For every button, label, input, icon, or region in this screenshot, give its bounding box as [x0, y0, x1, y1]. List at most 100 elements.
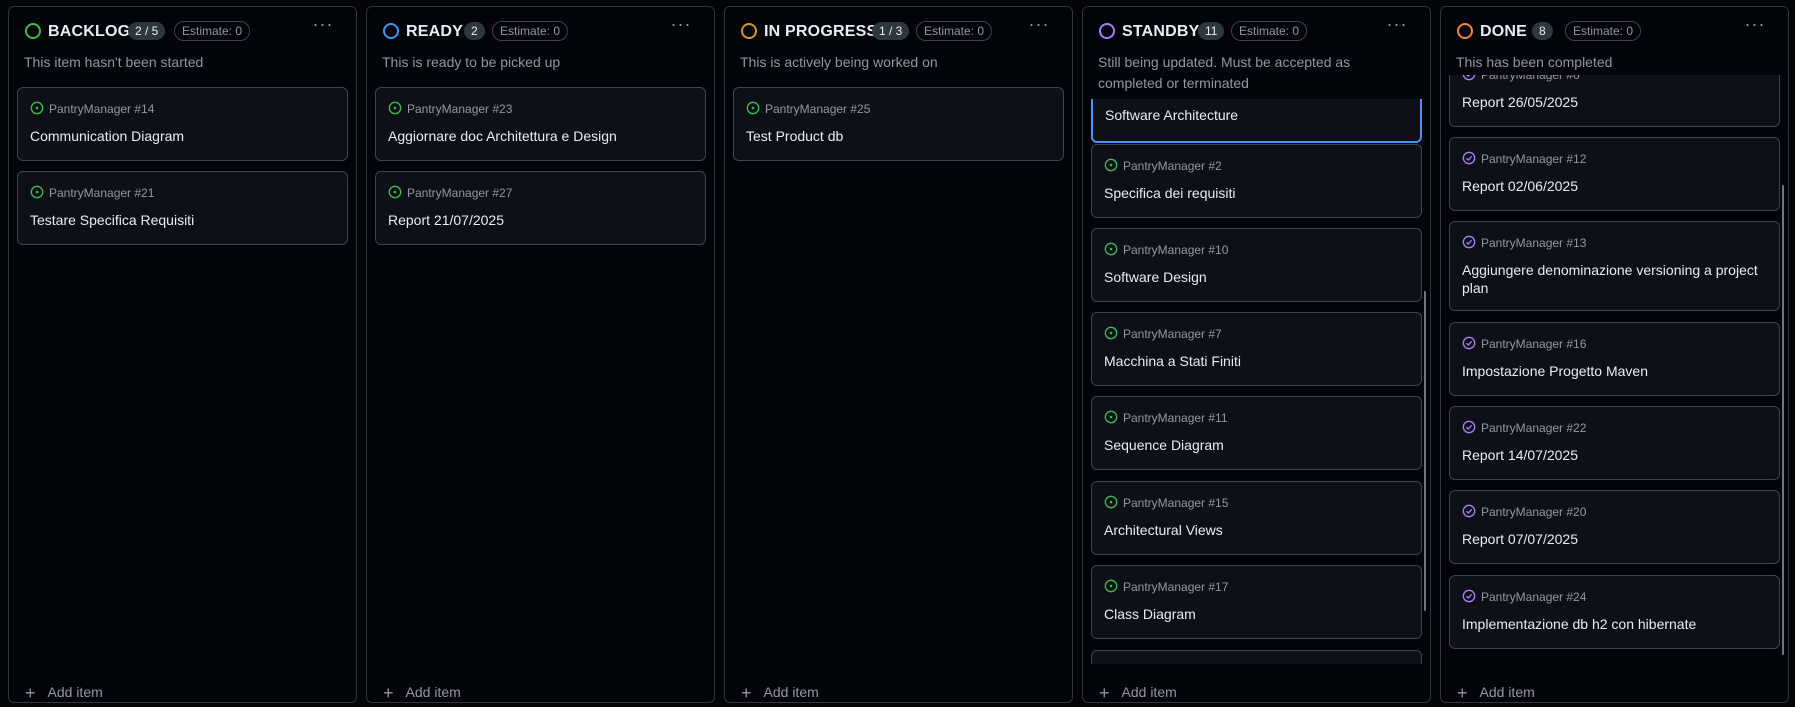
closed-issue-icon: [1462, 235, 1476, 249]
issue-card[interactable]: PantryManager #21 Testare Specifica Requ…: [17, 171, 348, 245]
estimate-badge: Estimate: 0: [1565, 21, 1642, 41]
open-issue-icon: [746, 101, 760, 115]
add-item-button[interactable]: + Add item: [741, 683, 819, 703]
item-count-badge: 2: [464, 22, 485, 40]
issue-reference: PantryManager #20: [1481, 505, 1587, 519]
issue-title: Sequence Diagram: [1104, 437, 1224, 453]
issue-title: Testare Specifica Requisiti: [30, 212, 195, 228]
plus-icon: +: [1099, 683, 1110, 703]
issue-card[interactable]: PantryManager #23 Aggiornare doc Archite…: [375, 87, 706, 161]
column-header: READY 2 Estimate: 0 ··· This is ready to…: [367, 7, 714, 97]
issue-card[interactable]: PantryManager #11 Sequence Diagram: [1091, 396, 1422, 470]
add-item-button[interactable]: + Add item: [1099, 683, 1177, 703]
column-more-button[interactable]: ···: [312, 15, 334, 37]
project-board: BACKLOG 2 / 5 Estimate: 0 ··· This item …: [0, 0, 1795, 707]
closed-issue-icon: [1462, 420, 1476, 434]
issue-reference: PantryManager #24: [1481, 590, 1587, 604]
add-item-label: Add item: [405, 684, 461, 700]
issue-reference: PantryManager #10: [1123, 243, 1229, 257]
issue-card[interactable]: PantryManager #14 Communication Diagram: [17, 87, 348, 161]
issue-reference: PantryManager #23: [407, 102, 513, 116]
add-item-button[interactable]: + Add item: [25, 683, 103, 703]
issue-card[interactable]: PantryManager #16 Impostazione Progetto …: [1449, 322, 1780, 396]
column-more-button[interactable]: ···: [670, 15, 692, 37]
issue-title: Class Diagram: [1104, 606, 1196, 622]
column-more-button[interactable]: ···: [1744, 15, 1766, 37]
issue-title: Impostazione Progetto Maven: [1462, 363, 1648, 379]
item-count-badge: 2 / 5: [128, 22, 166, 40]
issue-reference: PantryManager #13: [1481, 236, 1587, 250]
issue-title: Macchina a Stati Finiti: [1104, 353, 1241, 369]
issue-reference: PantryManager #2: [1123, 159, 1222, 173]
estimate-badge: Estimate: 0: [174, 21, 251, 41]
issue-card[interactable]: PantryManager #10 Software Design: [1091, 228, 1422, 302]
issue-card[interactable]: PantryManager #24 Implementazione db h2 …: [1449, 575, 1780, 649]
column-more-button[interactable]: ···: [1028, 15, 1050, 37]
issue-title: Communication Diagram: [30, 128, 185, 144]
column-description: This is ready to be picked up: [382, 54, 561, 70]
plus-icon: +: [1457, 683, 1468, 703]
issue-card[interactable]: PantryManager #7 Macchina a Stati Finiti: [1091, 312, 1422, 386]
plus-icon: +: [741, 683, 752, 703]
item-count-badge: 11: [1198, 22, 1225, 40]
issue-reference: PantryManager #25: [765, 102, 871, 116]
issue-reference: PantryManager #21: [49, 186, 155, 200]
issue-title: Report 14/07/2025: [1462, 447, 1578, 463]
plus-icon: +: [25, 683, 36, 703]
open-issue-icon: [1104, 326, 1118, 340]
done-status-icon: [1457, 23, 1473, 39]
issue-card[interactable]: PantryManager #20 Report 07/07/2025: [1449, 490, 1780, 564]
scrollbar[interactable]: [1782, 185, 1784, 655]
add-item-label: Add item: [1121, 684, 1177, 700]
column-more-button[interactable]: ···: [1386, 15, 1408, 37]
add-item-button[interactable]: + Add item: [1457, 683, 1535, 703]
issue-title: Software Architecture: [1105, 107, 1239, 123]
issue-reference: PantryManager #27: [407, 186, 513, 200]
column-backlog: BACKLOG 2 / 5 Estimate: 0 ··· This item …: [8, 6, 357, 703]
closed-issue-icon: [1462, 336, 1476, 350]
issue-card[interactable]: PantryManager #12 Report 02/06/2025: [1449, 137, 1780, 211]
issue-title: Report 21/07/2025: [388, 212, 504, 228]
column-description: This has been completed: [1456, 54, 1613, 70]
issue-reference: PantryManager #14: [49, 102, 155, 116]
issue-card[interactable]: PantryManager #27 Report 21/07/2025: [375, 171, 706, 245]
open-issue-icon: [388, 185, 402, 199]
column-title: STANDBY: [1122, 23, 1200, 40]
estimate-badge: Estimate: 0: [1231, 21, 1308, 41]
issue-title: Report 07/07/2025: [1462, 531, 1578, 547]
issue-title: Software Design: [1104, 269, 1207, 285]
ready-status-icon: [383, 23, 399, 39]
issue-reference: PantryManager #12: [1481, 152, 1587, 166]
add-item-label: Add item: [1479, 684, 1535, 700]
issue-reference: PantryManager #16: [1481, 337, 1587, 351]
issue-reference: PantryManager #11: [1123, 411, 1228, 425]
issue-title: Specifica dei requisiti: [1104, 185, 1236, 201]
open-issue-icon: [1104, 410, 1118, 424]
in-progress-status-icon: [741, 23, 757, 39]
issue-card[interactable]: PantryManager #25 Test Product db: [733, 87, 1064, 161]
column-in-progress: IN PROGRESS 1 / 3 Estimate: 0 ··· This i…: [724, 6, 1073, 703]
column-header: STANDBY 11 Estimate: 0 ··· Still being u…: [1083, 7, 1430, 99]
scrollbar[interactable]: [1424, 291, 1426, 611]
add-item-label: Add item: [763, 684, 819, 700]
estimate-badge: Estimate: 0: [916, 21, 993, 41]
estimate-badge: Estimate: 0: [492, 21, 569, 41]
closed-issue-icon: [1462, 151, 1476, 165]
open-issue-icon: [1104, 158, 1118, 172]
add-item-button[interactable]: + Add item: [383, 683, 461, 703]
issue-card[interactable]: PantryManager #22 Report 14/07/2025: [1449, 406, 1780, 480]
issue-card[interactable]: PantryManager #13 Aggiungere denominazio…: [1449, 221, 1780, 311]
plus-icon: +: [383, 683, 394, 703]
issue-card[interactable]: PantryManager #2 Specifica dei requisiti: [1091, 144, 1422, 218]
card-list: Software Architecture PantryManager #2 S…: [1083, 7, 1430, 664]
issue-title: Implementazione db h2 con hibernate: [1462, 616, 1697, 632]
closed-issue-icon: [1462, 589, 1476, 603]
issue-card[interactable]: PantryManager #17 Class Diagram: [1091, 565, 1422, 639]
item-count-badge: 8: [1532, 22, 1553, 40]
issue-title: Report 02/06/2025: [1462, 178, 1578, 194]
issue-card[interactable]: PantryManager #15 Architectural Views: [1091, 481, 1422, 555]
issue-title: Architectural Views: [1104, 522, 1223, 538]
issue-card-partial[interactable]: [1091, 650, 1422, 664]
column-header: BACKLOG 2 / 5 Estimate: 0 ··· This item …: [9, 7, 356, 97]
column-description: Still being updated. Must be accepted as…: [1098, 54, 1351, 91]
